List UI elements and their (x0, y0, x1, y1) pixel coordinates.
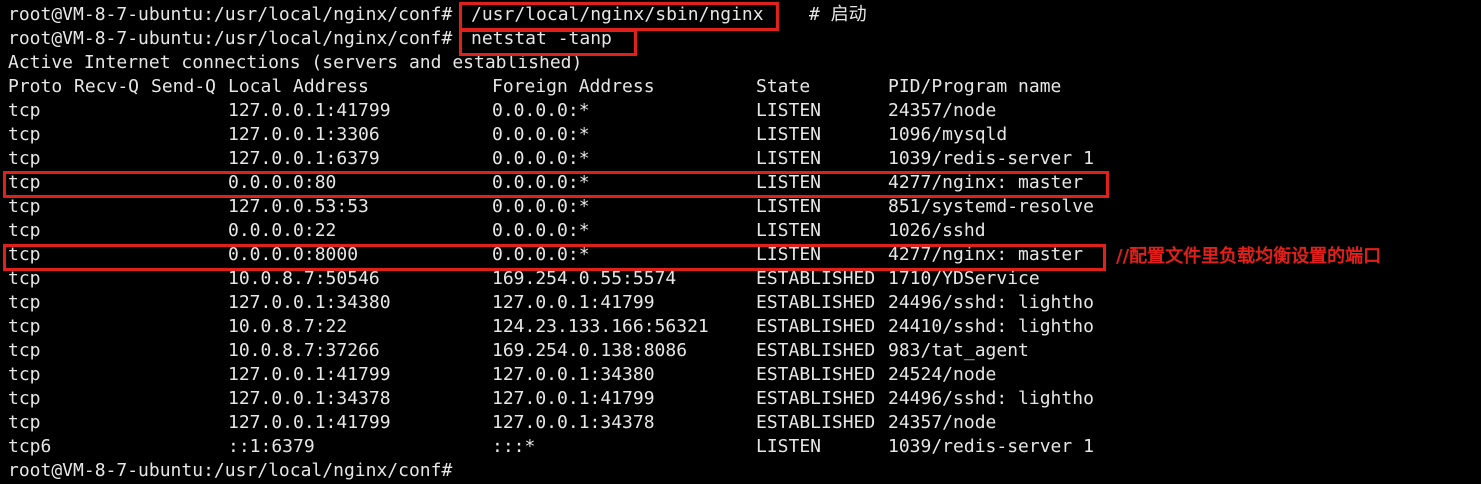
highlight-box-port-80-row (3, 171, 1109, 198)
cell-state: LISTEN (756, 124, 822, 145)
cell-proto: tcp (8, 100, 41, 121)
cell-pid-program: 1026/sshd (888, 220, 986, 241)
cell-foreign-address: 127.0.0.1:41799 (492, 388, 655, 409)
header-send-q: Send-Q (151, 76, 217, 97)
cell-state: ESTABLISHED (756, 340, 876, 361)
cell-pid-program: 24357/node (888, 412, 997, 433)
table-row: tcp 0 0 127.0.0.1:3306 0.0.0.0:* LISTEN … (8, 123, 1007, 147)
cell-foreign-address: 127.0.0.1:41799 (492, 292, 655, 313)
header-foreign-address: Foreign Address (492, 76, 655, 97)
cell-state: LISTEN (756, 148, 822, 169)
cell-pid-program: 1096/mysqld (888, 124, 1008, 145)
cell-state: LISTEN (756, 196, 822, 217)
cell-local-address: 127.0.0.1:34378 (228, 388, 391, 409)
cell-foreign-address: :::* (492, 436, 536, 457)
cell-local-address: 127.0.0.53:53 (228, 196, 369, 217)
header-pid-program: PID/Program name (888, 76, 1062, 97)
cell-local-address: 10.0.8.7:37266 (228, 340, 380, 361)
cell-state: LISTEN (756, 220, 822, 241)
cell-pid-program: 24357/node (888, 100, 997, 121)
command-line-netstat: root@VM-8-7-ubuntu:/usr/local/nginx/conf… (8, 27, 612, 51)
cell-local-address: ::1:6379 (228, 436, 315, 457)
cell-foreign-address: 0.0.0.0:* (492, 100, 590, 121)
cell-state: LISTEN (756, 100, 822, 121)
table-row: tcp 0 0 127.0.0.1:6379 0.0.0.0:* LISTEN … (8, 147, 1094, 171)
cell-state: ESTABLISHED (756, 388, 876, 409)
shell-prompt: root@VM-8-7-ubuntu:/usr/local/nginx/conf… (8, 28, 453, 49)
cell-pid-program: 1039/redis-server 1 (888, 148, 1094, 169)
cell-foreign-address: 127.0.0.1:34378 (492, 412, 655, 433)
cell-proto: tcp (8, 316, 41, 337)
command-line-start-nginx: root@VM-8-7-ubuntu:/usr/local/nginx/conf… (8, 3, 867, 27)
header-local-address: Local Address (228, 76, 369, 97)
cell-proto: tcp (8, 220, 41, 241)
cell-foreign-address: 0.0.0.0:* (492, 220, 590, 241)
highlight-box-start-command (459, 2, 779, 31)
cell-foreign-address: 0.0.0.0:* (492, 148, 590, 169)
cell-foreign-address: 0.0.0.0:* (492, 196, 590, 217)
cell-pid-program: 24524/node (888, 364, 997, 385)
highlight-box-netstat-command (459, 29, 637, 56)
annotation-note: //配置文件里负载均衡设置的端口 (1116, 246, 1382, 267)
cell-proto: tcp (8, 364, 41, 385)
shell-prompt: root@VM-8-7-ubuntu:/usr/local/nginx/conf… (8, 460, 453, 481)
cell-pid-program: 24496/sshd: lightho (888, 292, 1094, 313)
cell-foreign-address: 0.0.0.0:* (492, 124, 590, 145)
table-row: tcp 0 0 127.0.0.1:41799 0.0.0.0:* LISTEN… (8, 99, 996, 123)
table-row: tcp 0 0 127.0.0.1:41799 127.0.0.1:34378 … (8, 411, 996, 435)
table-row: tcp 0 104 10.0.8.7:22 124.23.133.166:563… (8, 315, 1094, 339)
highlight-box-port-8000-row (3, 244, 1106, 271)
table-row: tcp 0 0 127.0.0.1:34378 127.0.0.1:41799 … (8, 387, 1094, 411)
cell-state: ESTABLISHED (756, 292, 876, 313)
command-line-current[interactable]: root@VM-8-7-ubuntu:/usr/local/nginx/conf… (8, 459, 452, 483)
cell-proto: tcp (8, 412, 41, 433)
terminal-window[interactable]: root@VM-8-7-ubuntu:/usr/local/nginx/conf… (0, 0, 1481, 484)
cell-foreign-address: 169.254.0.138:8086 (492, 340, 688, 361)
cell-local-address: 10.0.8.7:22 (228, 316, 348, 337)
cell-state: ESTABLISHED (756, 316, 876, 337)
cell-proto: tcp (8, 124, 41, 145)
table-row: tcp 0 0 127.0.0.1:41799 127.0.0.1:34380 … (8, 363, 996, 387)
cell-proto: tcp (8, 148, 41, 169)
cell-local-address: 127.0.0.1:6379 (228, 148, 380, 169)
cell-local-address: 127.0.0.1:41799 (228, 412, 391, 433)
header-state: State (756, 76, 811, 97)
cell-local-address: 127.0.0.1:41799 (228, 364, 391, 385)
table-row: tcp6 0 0 ::1:6379 :::* LISTEN 1039/redis… (8, 435, 1094, 459)
cell-proto: tcp (8, 292, 41, 313)
cell-pid-program: 24410/sshd: lightho (888, 316, 1094, 337)
cell-local-address: 127.0.0.1:34380 (228, 292, 391, 313)
cell-state: LISTEN (756, 436, 822, 457)
cell-pid-program: 983/tat_agent (888, 340, 1029, 361)
header-proto: Proto (8, 76, 63, 97)
cell-pid-program: 1039/redis-server 1 (888, 436, 1094, 457)
cell-pid-program: 851/systemd-resolve (888, 196, 1094, 217)
netstat-header-row: Proto Recv-Q Send-Q Local Address Foreig… (8, 75, 1061, 99)
table-row: tcp 0 0 0.0.0.0:22 0.0.0.0:* LISTEN 1026… (8, 219, 986, 243)
cell-local-address: 0.0.0.0:22 (228, 220, 337, 241)
cell-foreign-address: 127.0.0.1:34380 (492, 364, 655, 385)
cell-proto: tcp (8, 388, 41, 409)
cell-pid-program: 24496/sshd: lightho (888, 388, 1094, 409)
header-recv-q: Recv-Q (74, 76, 140, 97)
table-row: tcp 0 0 127.0.0.1:34380 127.0.0.1:41799 … (8, 291, 1094, 315)
cell-local-address: 127.0.0.1:3306 (228, 124, 380, 145)
cell-proto: tcp (8, 196, 41, 217)
cell-state: ESTABLISHED (756, 364, 876, 385)
command-comment: # 启动 (809, 4, 867, 25)
cell-proto: tcp6 (8, 436, 52, 457)
table-row: tcp 0 0 10.0.8.7:37266 169.254.0.138:808… (8, 339, 1029, 363)
cell-foreign-address: 124.23.133.166:56321 (492, 316, 709, 337)
shell-prompt: root@VM-8-7-ubuntu:/usr/local/nginx/conf… (8, 4, 453, 25)
table-row: tcp 0 0 127.0.0.53:53 0.0.0.0:* LISTEN 8… (8, 195, 1094, 219)
cell-state: ESTABLISHED (756, 412, 876, 433)
cell-proto: tcp (8, 340, 41, 361)
cell-local-address: 127.0.0.1:41799 (228, 100, 391, 121)
